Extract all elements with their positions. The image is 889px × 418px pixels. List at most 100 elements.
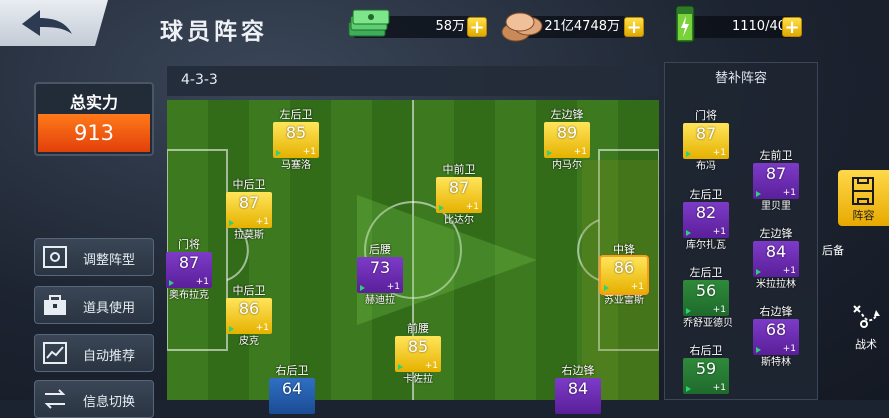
player-name: 赫迪拉 [365, 295, 395, 306]
formation-label: 4-3-3 [181, 72, 218, 88]
player-rating-card: 87 +1 [436, 177, 482, 213]
player-card-selected[interactable]: 中锋 86 +1 苏亚雷斯 [601, 243, 647, 308]
money-resource: 58万 + [345, 9, 490, 40]
form-arrow-icon [276, 150, 281, 156]
player-position: 左边锋 [759, 227, 793, 240]
tab-tactics[interactable]: 战术 [846, 300, 886, 351]
player-name: 拉莫斯 [234, 230, 264, 241]
tab-lineup[interactable]: 阵容 [838, 170, 889, 226]
player-position: 中前卫 [442, 163, 476, 176]
player-rating: 73 [369, 258, 391, 277]
player-rating: 85 [285, 123, 307, 142]
player-rating: 87 [695, 124, 717, 143]
player-position: 左边锋 [550, 108, 584, 121]
cash-stack-icon [348, 9, 390, 37]
sub-player-card[interactable]: 左边锋 84 +1 米拉拉林 [753, 227, 799, 292]
player-card[interactable]: 中后卫 86 +1 皮克 [226, 284, 272, 349]
player-name: 斯特林 [761, 357, 791, 368]
top-bar: 球员阵容 58万 + 21亿4748万 + 1110/40 + [0, 0, 889, 58]
player-name: 乔舒亚德贝 [683, 318, 733, 329]
form-arrow-icon [686, 308, 691, 314]
sub-player-card[interactable]: 右后卫 59 +1 [683, 344, 729, 394]
form-arrow-icon [360, 285, 365, 291]
player-position: 左前卫 [759, 149, 793, 162]
form-arrow-icon [604, 285, 609, 291]
player-card[interactable]: 前腰 85 +1 卡佐拉 [395, 322, 441, 387]
player-card[interactable]: 左边锋 89 +1 内马尔 [544, 108, 590, 173]
player-level: +1 [573, 147, 587, 157]
tab-tactics-label: 战术 [855, 338, 877, 351]
player-name: 里贝里 [761, 201, 791, 212]
player-rating: 86 [238, 299, 260, 318]
back-button[interactable] [0, 0, 108, 46]
form-arrow-icon [547, 150, 552, 156]
player-position: 后腰 [369, 243, 391, 256]
sub-player-card[interactable]: 左前卫 87 +1 里贝里 [753, 149, 799, 214]
toolbox-icon [44, 295, 66, 315]
use-item-label: 道具使用 [83, 301, 136, 316]
player-level: +1 [712, 148, 726, 158]
player-position: 左后卫 [689, 266, 723, 279]
coin-resource: 21亿4748万 + [500, 12, 648, 42]
adjust-formation-button[interactable]: 调整阵型 [34, 238, 154, 276]
switch-arrows-icon [44, 389, 66, 409]
player-position: 左后卫 [689, 188, 723, 201]
player-rating: 87 [448, 178, 470, 197]
auto-recommend-button[interactable]: 自动推荐 [34, 334, 154, 372]
player-position: 前腰 [407, 322, 429, 335]
player-rating-card: 84 [555, 378, 601, 414]
player-level: +1 [465, 202, 479, 212]
player-position: 左后卫 [279, 108, 313, 121]
total-power-label: 总实力 [69, 93, 118, 112]
money-add-button[interactable]: + [467, 17, 487, 37]
player-card[interactable]: 中前卫 87 +1 比达尔 [436, 163, 482, 228]
sub-player-card[interactable]: 左后卫 56 +1 乔舒亚德贝 [683, 266, 733, 331]
player-position: 门将 [178, 238, 200, 251]
sub-player-card[interactable]: 门将 87 +1 布冯 [683, 109, 729, 174]
player-name: 库尔扎瓦 [686, 240, 726, 251]
total-power-value: 913 [38, 114, 150, 152]
sub-player-card[interactable]: 右边锋 68 +1 斯特林 [753, 305, 799, 370]
player-name: 比达尔 [444, 215, 474, 226]
form-arrow-icon [686, 151, 691, 157]
player-level: +1 [424, 361, 438, 371]
player-name: 皮克 [239, 336, 259, 347]
form-arrow-icon [686, 230, 691, 236]
auto-recommend-label: 自动推荐 [83, 349, 136, 364]
info-switch-button[interactable]: 信息切换 [34, 380, 154, 418]
back-arrow-icon [22, 10, 72, 36]
player-rating: 87 [765, 164, 787, 183]
form-arrow-icon [756, 269, 761, 275]
player-card[interactable]: 右边锋 84 [555, 364, 601, 414]
use-item-button[interactable]: 道具使用 [34, 286, 154, 324]
player-position: 右后卫 [689, 344, 723, 357]
player-rating: 87 [238, 193, 260, 212]
energy-add-button[interactable]: + [782, 17, 802, 37]
bench-label[interactable]: 后备 [818, 242, 848, 258]
form-arrow-icon [229, 326, 234, 332]
player-rating: 59 [695, 359, 717, 378]
player-card[interactable]: 门将 87 +1 奥布拉克 [166, 238, 212, 303]
player-card[interactable]: 后腰 73 +1 赫迪拉 [357, 243, 403, 308]
coin-add-button[interactable]: + [624, 17, 644, 37]
player-position: 中后卫 [232, 284, 266, 297]
tab-lineup-label: 阵容 [852, 209, 875, 222]
trend-chart-icon [43, 342, 67, 364]
sub-player-card[interactable]: 左后卫 82 +1 库尔扎瓦 [683, 188, 729, 253]
player-name: 内马尔 [552, 160, 582, 171]
player-rating-card: 85 +1 [273, 122, 319, 158]
player-rating: 89 [556, 123, 578, 142]
player-rating-card: 64 [269, 378, 315, 414]
player-rating-card: 82 +1 [683, 202, 729, 238]
player-level: +1 [255, 217, 269, 227]
formation-bar: 4-3-3 [167, 66, 659, 96]
player-card[interactable]: 右后卫 64 [269, 364, 315, 414]
player-rating-card: 85 +1 [395, 336, 441, 372]
form-arrow-icon [229, 220, 234, 226]
substitutes-title: 替补阵容 [714, 71, 767, 86]
player-position: 右边锋 [561, 364, 595, 377]
player-card[interactable]: 中后卫 87 +1 拉莫斯 [226, 178, 272, 243]
player-card[interactable]: 左后卫 85 +1 马塞洛 [273, 108, 319, 173]
adjust-formation-label: 调整阵型 [83, 253, 136, 268]
player-rating-card: 84 +1 [753, 241, 799, 277]
